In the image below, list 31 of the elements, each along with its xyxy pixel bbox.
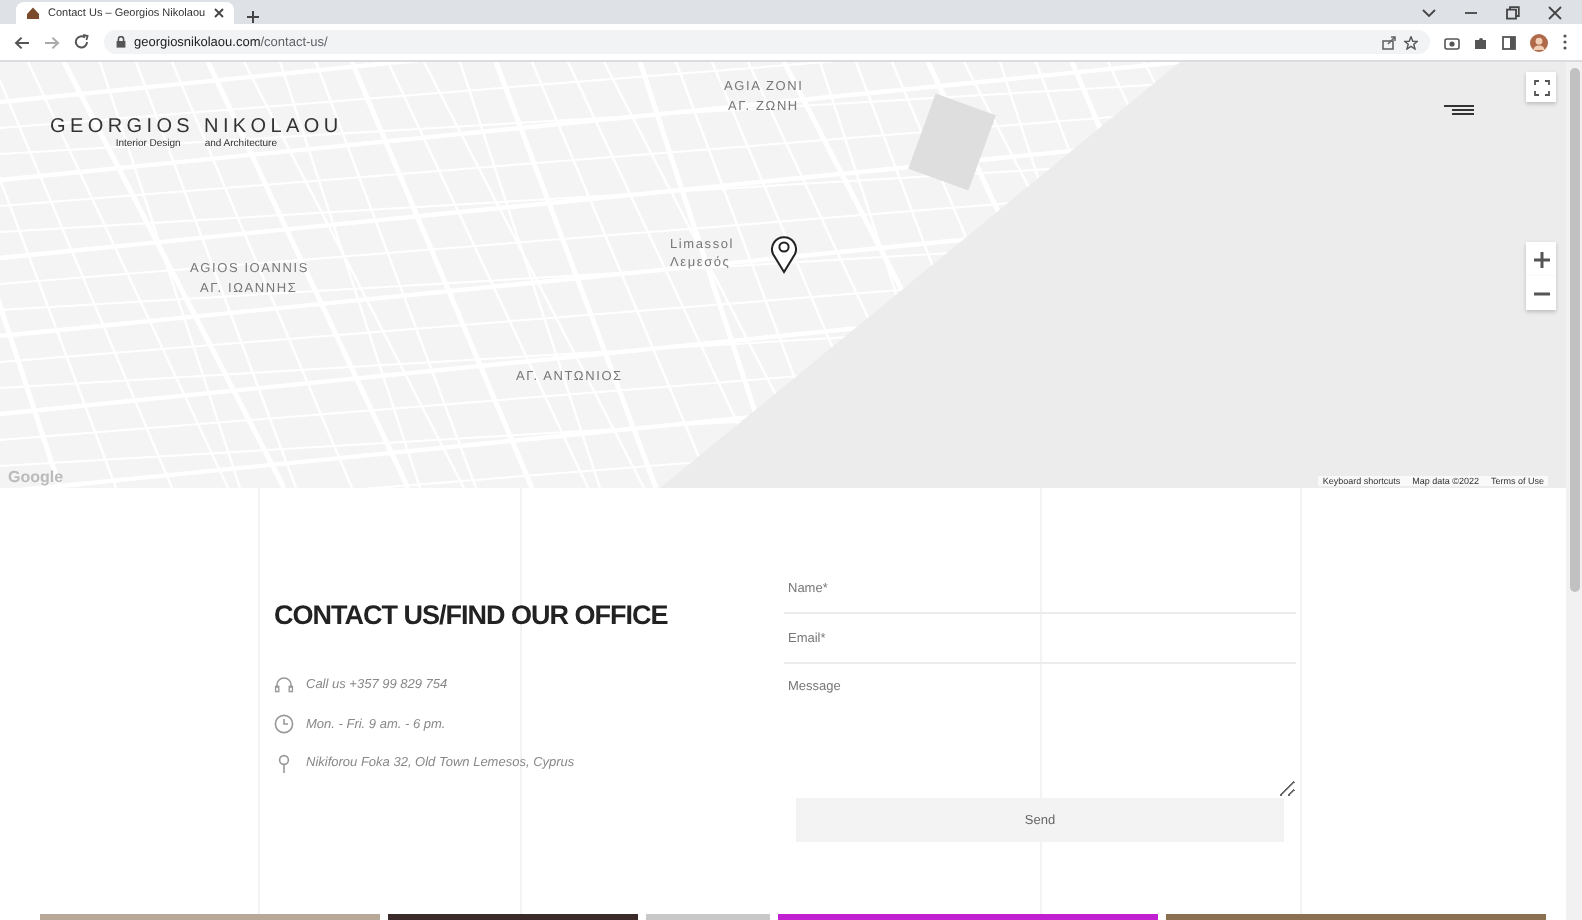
fullscreen-icon xyxy=(1533,79,1549,95)
photo-placeholder xyxy=(646,914,770,920)
fullscreen-button[interactable] xyxy=(1526,72,1556,102)
plus-icon[interactable] xyxy=(245,10,260,24)
scrollbar-thumb[interactable] xyxy=(1569,68,1579,592)
back-arrow-icon[interactable] xyxy=(14,35,30,49)
map-pin-icon xyxy=(770,234,798,274)
restore-icon[interactable] xyxy=(1506,5,1520,19)
close-icon[interactable] xyxy=(213,8,224,18)
share-icon[interactable] xyxy=(1382,35,1396,49)
reload-icon[interactable] xyxy=(74,34,90,50)
chevron-down-icon[interactable] xyxy=(1422,7,1436,17)
house-icon xyxy=(26,6,40,20)
more-icon[interactable] xyxy=(1562,34,1568,50)
close-icon[interactable] xyxy=(1548,5,1562,19)
camera-icon[interactable] xyxy=(1444,35,1460,49)
minimize-icon[interactable] xyxy=(1464,7,1478,17)
menu-icon[interactable] xyxy=(1444,104,1476,116)
location-pin-icon xyxy=(274,753,294,774)
section-heading: CONTACT US/FIND OUR OFFICE xyxy=(274,600,670,630)
clock-icon xyxy=(274,714,294,735)
lock-icon xyxy=(116,36,126,48)
headset-icon xyxy=(274,675,294,696)
avatar-icon[interactable] xyxy=(1530,33,1548,51)
sidebar-icon[interactable] xyxy=(1502,35,1516,49)
star-icon[interactable] xyxy=(1404,35,1418,49)
zoom-in-button[interactable] xyxy=(1526,242,1556,276)
zoom-out-button[interactable] xyxy=(1526,276,1556,310)
plus-icon xyxy=(1533,251,1549,267)
logo-name: GEORGIOS NIKOLAOU xyxy=(50,116,343,138)
scrollbar[interactable] xyxy=(1566,62,1582,920)
